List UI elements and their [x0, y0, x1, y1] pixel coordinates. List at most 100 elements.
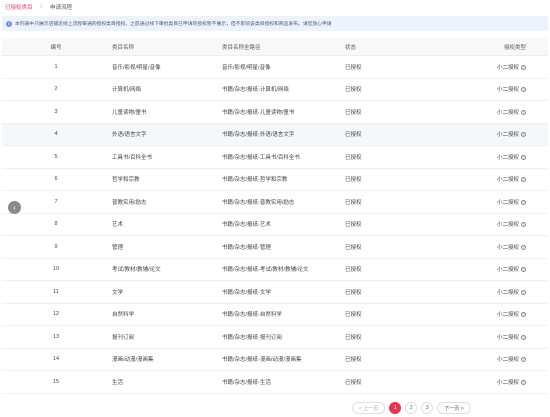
row-auth-type-label: 小二授权 — [496, 177, 519, 184]
breadcrumb: 已授权类目 / 申请流程 — [5, 2, 72, 11]
row-auth-type: 小二授权? — [463, 175, 548, 183]
help-icon[interactable]: ? — [521, 357, 526, 363]
row-auth-type-label: 小二授权 — [496, 109, 519, 116]
row-category-path: 书籍/杂志/报纸-儿童读物/童书 — [222, 109, 295, 116]
row-status: 已授权 — [345, 379, 362, 386]
row-status: 已授权 — [345, 357, 362, 364]
help-icon[interactable]: ? — [521, 222, 526, 228]
row-category-name: 艺术 — [112, 222, 124, 229]
row-auth-type: 小二授权? — [463, 243, 548, 251]
row-category-name: 考试/教材/教辅/论文 — [112, 267, 161, 274]
row-category-name: 自然科学 — [112, 312, 135, 319]
row-category-path: 书籍/杂志/报纸-外语/语言文字 — [222, 132, 295, 139]
row-status: 已授权 — [345, 244, 362, 251]
row-category-path: 书籍/杂志/报纸-管理 — [222, 244, 271, 251]
row-status: 已授权 — [345, 154, 362, 161]
notice-text: 本列表中只展示店铺近线上流程审通的授权类目授权。之前通过线下审批类目已申请的授权… — [15, 22, 332, 27]
row-status: 已授权 — [345, 199, 362, 206]
row-auth-type: 小二授权? — [463, 108, 548, 116]
row-status: 已授权 — [345, 87, 362, 94]
help-icon[interactable]: ? — [521, 109, 526, 115]
table-row: 8 艺术 书籍/杂志/报纸-艺术 已授权 小二授权? — [2, 214, 548, 236]
help-icon[interactable]: ? — [521, 154, 526, 160]
row-index: 12 — [52, 311, 60, 318]
row-category-name: 外语/语言文字 — [112, 132, 147, 139]
row-category-path: 书籍/杂志/报纸-生活 — [222, 379, 271, 386]
row-auth-type: 小二授权? — [463, 265, 548, 273]
info-icon: i — [6, 20, 12, 27]
row-auth-type: 小二授权? — [463, 153, 548, 161]
help-icon[interactable]: ? — [521, 132, 526, 138]
row-auth-type: 小二授权? — [463, 355, 548, 363]
row-auth-type-label: 小二授权 — [496, 334, 519, 341]
breadcrumb-current: 申请流程 — [50, 4, 73, 11]
help-icon[interactable]: ? — [521, 379, 526, 385]
row-status: 已授权 — [345, 312, 362, 319]
table-row: 7 普教实用/励志 书籍/杂志/报纸-普教实用/励志 已授权 小二授权? — [2, 191, 548, 214]
table-row: 10 考试/教材/教辅/论文 书籍/杂志/报纸-考试/教材/教辅/论文 已授权 小二授权… — [2, 259, 548, 281]
help-icon[interactable]: ? — [521, 334, 526, 340]
row-auth-type-label: 小二授权 — [496, 312, 519, 319]
row-index: 3 — [54, 108, 58, 115]
row-auth-type-label: 小二授权 — [496, 267, 519, 274]
row-index: 9 — [54, 243, 58, 250]
row-category-name: 儿童读物/童书 — [112, 109, 147, 116]
row-category-name: 工具书/百科全书 — [112, 154, 153, 161]
row-auth-type: 小二授权? — [463, 198, 548, 206]
row-category-name: 音乐/影视/明星/音像 — [112, 64, 161, 71]
row-category-path: 书籍/杂志/报纸-哲学和宗教 — [222, 177, 288, 184]
row-auth-type-label: 小二授权 — [496, 199, 519, 206]
table-row: 13 报刊订阅 书籍/杂志/报纸-报刊订阅 已授权 小二授权? — [2, 326, 548, 349]
table-body: 1 音乐/影视/明星/音像 音乐/影视/明星/音像 已授权 小二授权? 2 计算机/网络 书籍… — [2, 56, 548, 394]
page-button-3[interactable]: 3 — [421, 402, 434, 414]
table-row: 3 儿童读物/童书 书籍/杂志/报纸-儿童读物/童书 已授权 小二授权? — [2, 101, 548, 124]
table-row: 1 音乐/影视/明星/音像 音乐/影视/明星/音像 已授权 小二授权? — [2, 56, 548, 79]
row-auth-type-label: 小二授权 — [496, 64, 519, 71]
table-row: 5 工具书/百科全书 书籍/杂志/报纸-工具书/百科全书 已授权 小二授权? — [2, 146, 548, 169]
help-icon[interactable]: ? — [521, 64, 526, 70]
row-category-path: 书籍/杂志/报纸-考试/教材/教辅/论文 — [222, 267, 309, 274]
row-status: 已授权 — [345, 334, 362, 341]
row-index: 1 — [54, 63, 58, 70]
row-category-path: 书籍/杂志/报纸-文学 — [222, 289, 271, 296]
pagination: < 上一页 1 2 3 下一页 > — [352, 402, 471, 414]
table-row: 6 哲学和宗教 书籍/杂志/报纸-哲学和宗教 已授权 小二授权? — [2, 169, 548, 191]
row-auth-type-label: 小二授权 — [496, 222, 519, 229]
chevron-left-icon[interactable]: ‹ — [8, 201, 21, 214]
row-auth-type: 小二授权? — [463, 288, 548, 296]
table-header: 编号 类目名称 类目名称全路径 状态 授权类型 — [2, 38, 548, 56]
page-button-2[interactable]: 2 — [405, 402, 418, 414]
header-type: 授权类型 — [503, 44, 526, 51]
row-auth-type-label: 小二授权 — [496, 244, 519, 251]
help-icon[interactable]: ? — [521, 199, 526, 205]
prev-page-button[interactable]: < 上一页 — [352, 402, 386, 414]
help-icon[interactable]: ? — [521, 244, 526, 250]
row-category-name: 计算机/网络 — [112, 87, 142, 94]
help-icon[interactable]: ? — [521, 177, 526, 183]
breadcrumb-link-authorized-categories[interactable]: 已授权类目 — [5, 3, 33, 11]
row-status: 已授权 — [345, 109, 362, 116]
page-button-1[interactable]: 1 — [389, 402, 402, 414]
help-icon[interactable]: ? — [521, 289, 526, 295]
row-auth-type: 小二授权? — [463, 310, 548, 318]
next-page-button[interactable]: 下一页 > — [437, 402, 471, 414]
row-status: 已授权 — [345, 222, 362, 229]
row-auth-type-label: 小二授权 — [496, 289, 519, 296]
row-auth-type-label: 小二授权 — [496, 357, 519, 364]
help-icon[interactable]: ? — [521, 267, 526, 273]
row-category-name: 报刊订阅 — [112, 334, 135, 341]
help-icon[interactable]: ? — [521, 87, 526, 93]
row-index: 14 — [52, 356, 60, 363]
row-status: 已授权 — [345, 64, 362, 71]
row-category-name: 生活 — [112, 379, 124, 386]
row-category-name: 普教实用/励志 — [112, 199, 147, 206]
row-category-name: 哲学和宗教 — [112, 177, 140, 184]
table-row: 2 计算机/网络 书籍/杂志/报纸-计算机/网络 已授权 小二授权? — [2, 79, 548, 101]
row-category-path: 书籍/杂志/报纸-自然科学 — [222, 312, 282, 319]
table-row: 15 生活 书籍/杂志/报纸-生活 已授权 小二授权? — [2, 371, 548, 394]
table-row: 9 管理 书籍/杂志/报纸-管理 已授权 小二授权? — [2, 236, 548, 259]
row-auth-type-label: 小二授权 — [496, 132, 519, 139]
table-row: 14 漫画/动漫/漫画集 书籍/杂志/报纸-漫画/动漫/漫画集 已授权 小二授权? — [2, 349, 548, 371]
row-index: 4 — [54, 131, 58, 138]
help-icon[interactable]: ? — [521, 312, 526, 318]
